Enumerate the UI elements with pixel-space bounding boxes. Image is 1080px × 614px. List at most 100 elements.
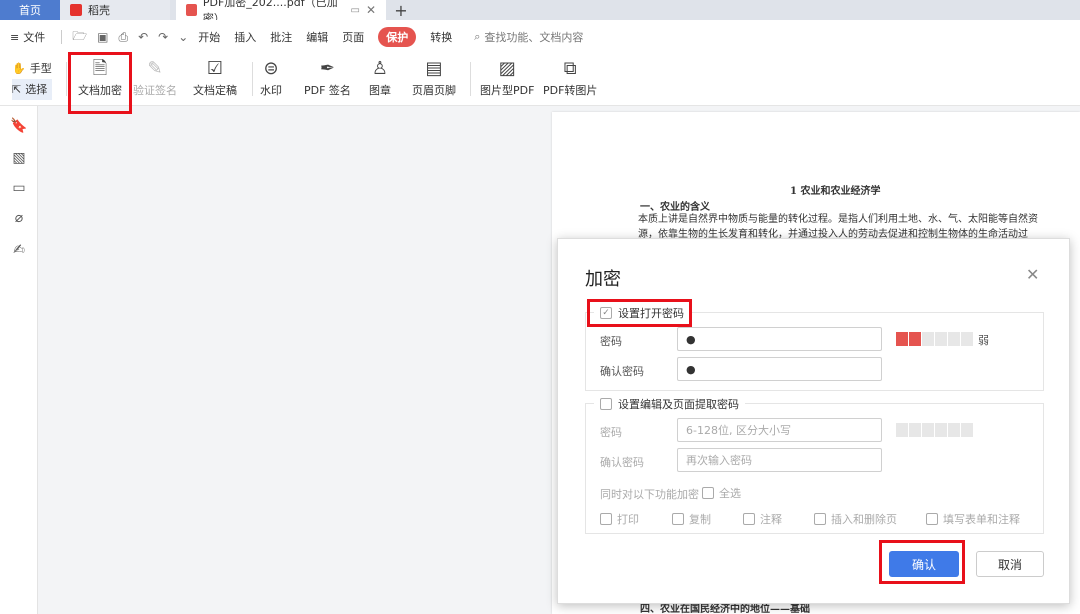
confirm-password-input[interactable]: ● [677,357,882,381]
edit-confirm-input[interactable]: 再次输入密码 [677,448,882,472]
menu-annotate[interactable]: 批注 [270,29,292,45]
option-print-label: 打印 [617,513,639,526]
highlight-box-encrypt [68,52,132,114]
strength-segment [948,332,960,346]
cancel-button[interactable]: 取消 [976,551,1044,577]
select-all-checkbox[interactable]: 全选 [702,485,741,501]
close-icon[interactable]: ✕ [1026,265,1039,284]
strength-segment [909,332,921,346]
redo-icon[interactable]: ↷ [158,30,168,44]
signature-icon[interactable]: ✍ [10,242,28,260]
strength-segment [935,423,947,437]
file-menu-label: 文件 [23,31,46,44]
edit-password-group: 设置编辑及页面提取密码 密码 6-128位, 区分大小写 确认密码 再次输入密码… [585,396,1044,534]
menu-protect[interactable]: 保护 [378,27,417,47]
highlight-box-confirm [879,540,965,584]
hand-icon: ✋ [12,62,26,75]
page-paragraph-line: 本质上讲是自然界中物质与能量的转化过程。是指人们利用土地、水、气、太阳能等自然资 [638,214,1038,225]
tab-home[interactable]: 首页 [0,0,60,20]
edit-password-toggle[interactable]: 设置编辑及页面提取密码 [594,396,745,412]
watermark-button[interactable]: ⊜ 水印 [260,56,282,98]
new-tab-button[interactable]: + [386,0,416,20]
print-icon[interactable]: ⎙ [118,30,128,45]
image-pdf-button[interactable]: ▨ 图片型PDF [480,56,534,98]
pdf-to-image-icon: ⧉ [563,58,577,79]
option-fill-forms-label: 填写表单和注释 [943,513,1020,526]
pdf-file-icon [186,4,197,16]
option-copy[interactable]: 复制 [672,511,711,527]
window-icon[interactable]: ▭ [350,5,359,16]
header-footer-button[interactable]: ▤ 页眉页脚 [412,56,456,98]
page-heading: 1 农业和农业经济学 [790,186,881,197]
attachment-icon[interactable]: ⌀ [10,210,28,228]
pointer-tools: ✋ 手型 ⇱ 选择 [12,58,52,100]
strength-segment [896,332,908,346]
pdf-to-image-label: PDF转图片 [543,84,598,97]
menu-page[interactable]: 页面 [342,29,364,45]
bookmark-icon[interactable]: 🔖 [10,118,28,136]
tab-daoke[interactable]: 稻壳 [60,0,170,20]
strength-segment [935,332,947,346]
comment-icon[interactable]: ▭ [10,180,28,198]
close-tab-icon[interactable]: ✕ [366,3,376,17]
search-icon: ⌕ [474,30,481,43]
undo-icon[interactable]: ↶ [138,30,148,44]
encrypt-dialog: 加密 ✕ ✓ 设置打开密码 密码 ● 弱 确认密码 ● 设置编辑及页面提取密码 … [557,238,1070,604]
page-section-title: 一、农业的含义 [640,202,710,213]
password-input[interactable]: ● [677,327,882,351]
divider [252,62,253,96]
option-print[interactable]: 打印 [600,511,639,527]
hand-tool-label: 手型 [29,62,52,75]
finalize-doc-label: 文档定稿 [193,84,237,97]
menu-insert[interactable]: 插入 [234,29,256,45]
menu-convert[interactable]: 转换 [430,29,452,45]
signature-verify-icon: ✎ [147,58,163,79]
thumbnail-icon[interactable]: ▧ [10,150,28,168]
menu-edit-label: 编辑 [306,31,329,44]
strength-segment [896,423,908,437]
daoke-logo-icon [70,4,82,16]
tab-pdf-document[interactable]: PDF加密_202....pdf（已加密） ▭ ✕ [176,0,386,25]
menu-page-label: 页面 [342,31,365,44]
verify-signature-label: 验证签名 [133,84,177,97]
checkbox-icon [743,513,755,525]
file-menu[interactable]: ≡ 文件 [10,29,45,45]
menu-start[interactable]: 开始 [198,29,220,45]
strength-segment [922,332,934,346]
verify-signature-button[interactable]: ✎ 验证签名 [133,56,177,98]
pen-icon: ✒ [319,58,336,79]
hand-tool[interactable]: ✋ 手型 [12,58,52,79]
stamp-button[interactable]: ♙ 图章 [369,56,391,98]
select-tool-label: 选择 [25,83,48,96]
image-pdf-label: 图片型PDF [480,84,535,97]
watermark-label: 水印 [260,84,282,97]
pdf-to-image-button[interactable]: ⧉ PDF转图片 [543,56,597,98]
save-icon[interactable]: ▣ [97,30,108,44]
pdf-sign-button[interactable]: ✒ PDF 签名 [304,56,351,98]
menu-start-label: 开始 [198,31,221,44]
check-doc-icon: ☑ [206,58,224,79]
option-annotate[interactable]: 注释 [743,511,782,527]
menu-edit[interactable]: 编辑 [306,29,328,45]
chevron-down-icon[interactable]: ⌄ [178,30,188,44]
stamp-label: 图章 [369,84,391,97]
menu-bar: ≡ 文件 🗁 ▣ ⎙ ↶ ↷ ⌄ 开始 插入 批注 编辑 页面 保护 转换 ⌕ 查找… [0,20,1080,54]
stamp-icon: ♙ [371,58,389,79]
divider [61,30,63,44]
also-encrypt-label: 同时对以下功能加密 [600,488,699,501]
highlight-box-open-password [587,299,692,327]
finalize-doc-button[interactable]: ☑ 文档定稿 [193,56,237,98]
option-fill-forms[interactable]: 填写表单和注释 [926,511,1020,527]
option-insert-delete[interactable]: 插入和删除页 [814,511,897,527]
open-folder-icon[interactable]: 🗁 [72,27,87,48]
option-annotate-label: 注释 [760,513,782,526]
checkbox-icon [672,513,684,525]
watermark-icon: ⊜ [263,58,279,79]
password-label: 密码 [600,335,622,348]
select-tool[interactable]: ⇱ 选择 [12,79,52,100]
menu-convert-label: 转换 [430,31,453,44]
confirm-password-label: 确认密码 [600,365,644,378]
search-box[interactable]: ⌕ 查找功能、文档内容 [474,29,583,45]
edit-password-input[interactable]: 6-128位, 区分大小写 [677,418,882,442]
tab-home-label: 首页 [19,4,41,17]
